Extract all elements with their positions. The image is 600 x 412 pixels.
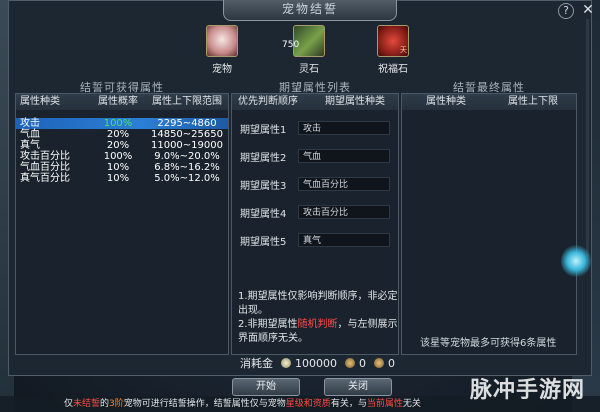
header-attr-range: 属性上下限范围 bbox=[152, 96, 222, 107]
cost-amount-2: 0 bbox=[359, 356, 366, 370]
cell-range: 6.8%~16.2% bbox=[154, 162, 220, 173]
cell-range: 5.0%~12.0% bbox=[154, 173, 220, 184]
pet-icon bbox=[206, 25, 238, 57]
hint-text: 的 bbox=[100, 399, 110, 409]
hint-text: 无关 bbox=[402, 399, 421, 409]
header-final-range: 属性上下限 bbox=[508, 96, 558, 107]
expected-label: 期望属性5 bbox=[240, 236, 287, 248]
window-title: 宠物结誓 bbox=[281, 2, 338, 16]
cell-type: 攻击 bbox=[20, 118, 40, 129]
expected-row-3: 期望属性3 气血百分比 bbox=[240, 176, 390, 192]
note-2-text: 2.非期望属性 bbox=[238, 319, 298, 330]
header-final-type: 属性种类 bbox=[426, 96, 466, 107]
left-panel-header: 属性种类 属性概率 属性上下限范围 bbox=[16, 94, 228, 110]
cell-range: 9.0%~20.0% bbox=[154, 151, 220, 162]
silver-coin-icon bbox=[281, 358, 291, 368]
right-panel-header: 属性种类 属性上下限 bbox=[402, 94, 576, 110]
cell-prob: 10% bbox=[106, 162, 130, 173]
close-button[interactable]: 关闭 bbox=[324, 378, 392, 396]
bless-stone-tag: 天 bbox=[400, 46, 407, 54]
copper-coin-icon bbox=[374, 358, 384, 368]
cost-label: 消耗金 bbox=[240, 357, 273, 370]
bless-stone-icon: 天 bbox=[377, 25, 409, 57]
note-2-highlight: 随机判断 bbox=[297, 319, 338, 330]
expected-value-field[interactable]: 气血百分比 bbox=[298, 177, 390, 191]
hint-highlight: 未结誓 bbox=[73, 399, 101, 409]
spirit-stone-icon: 750 bbox=[282, 25, 325, 57]
expected-value-field[interactable]: 攻击百分比 bbox=[298, 205, 390, 219]
hint-highlight: 星级和资质 bbox=[285, 399, 331, 409]
mid-expected-panel: 优先判断顺序 期望属性种类 期望属性1 攻击 期望属性2 气血 期望属性3 气血… bbox=[231, 93, 399, 355]
spirit-stone-slot[interactable]: 750 灵石 bbox=[282, 25, 326, 75]
table-row[interactable]: 真气 20% 11000~19000 bbox=[16, 140, 228, 151]
spirit-stone-label: 灵石 bbox=[299, 64, 319, 75]
hint-text: 仅 bbox=[64, 399, 74, 409]
table-row[interactable]: 真气百分比 10% 5.0%~12.0% bbox=[16, 173, 228, 184]
cost-bar: 消耗金 100000 0 0 bbox=[240, 355, 395, 371]
cell-type: 攻击百分比 bbox=[20, 151, 70, 162]
cell-type: 真气 bbox=[20, 140, 40, 151]
cell-prob: 20% bbox=[106, 129, 130, 140]
cell-type: 气血百分比 bbox=[20, 162, 70, 173]
note-2: 2.非期望属性随机判断，与左侧展示界面顺序无关。 bbox=[238, 318, 398, 346]
header-expected-type: 期望属性种类 bbox=[325, 96, 385, 107]
bless-stone-label: 祝福石 bbox=[378, 64, 408, 75]
help-button[interactable]: ? bbox=[558, 3, 574, 19]
expected-label: 期望属性3 bbox=[240, 180, 287, 192]
left-attribute-panel: 属性种类 属性概率 属性上下限范围 攻击 100% 2295~4860 气血 2… bbox=[15, 93, 229, 355]
table-row[interactable]: 攻击 100% 2295~4860 bbox=[16, 118, 228, 129]
expected-value-field[interactable]: 气血 bbox=[298, 149, 390, 163]
expected-label: 期望属性1 bbox=[240, 124, 287, 136]
max-attributes-note: 该星等宠物最多可获得6条属性 bbox=[420, 338, 557, 349]
expected-label: 期望属性4 bbox=[240, 208, 287, 220]
right-final-panel: 属性种类 属性上下限 该星等宠物最多可获得6条属性 bbox=[401, 93, 577, 355]
table-row[interactable]: 攻击百分比 100% 9.0%~20.0% bbox=[16, 151, 228, 162]
cell-type: 真气百分比 bbox=[20, 173, 70, 184]
cost-amount-3: 0 bbox=[388, 356, 395, 370]
cell-range: 2295~4860 bbox=[157, 118, 217, 129]
window-title-plate: 宠物结誓 bbox=[223, 0, 397, 21]
expected-value-field[interactable]: 真气 bbox=[298, 233, 390, 247]
cost-amount-1: 100000 bbox=[295, 356, 337, 370]
spirit-stone-count: 750 bbox=[282, 40, 300, 50]
expected-value-field[interactable]: 攻击 bbox=[298, 121, 390, 135]
portal-glow-icon bbox=[561, 244, 591, 278]
expected-label: 期望属性2 bbox=[240, 152, 287, 164]
cell-range: 11000~19000 bbox=[150, 140, 223, 151]
expected-row-1: 期望属性1 攻击 bbox=[240, 120, 390, 136]
expected-row-4: 期望属性4 攻击百分比 bbox=[240, 204, 390, 220]
expected-row-5: 期望属性5 真气 bbox=[240, 232, 390, 248]
header-attr-prob: 属性概率 bbox=[98, 96, 138, 107]
cell-prob: 10% bbox=[106, 173, 130, 184]
pet-bond-window: 宠物结誓 ? ✕ 宠物 750 灵石 天 祝福石 结誓可获得属性 期望属性列表 … bbox=[8, 0, 594, 376]
hint-highlight: 当前属性 bbox=[366, 399, 403, 409]
watermark: 脉冲手游网 bbox=[470, 378, 586, 403]
table-row[interactable]: 气血百分比 10% 6.8%~16.2% bbox=[16, 162, 228, 173]
pet-slot[interactable]: 宠物 bbox=[205, 25, 239, 75]
window-scrollbar[interactable] bbox=[586, 19, 589, 257]
header-priority: 优先判断顺序 bbox=[238, 96, 298, 107]
close-icon[interactable]: ✕ bbox=[579, 1, 597, 19]
cell-range: 14850~25650 bbox=[150, 129, 223, 140]
expected-row-2: 期望属性2 气血 bbox=[240, 148, 390, 164]
start-button[interactable]: 开始 bbox=[232, 378, 300, 396]
cell-prob: 20% bbox=[106, 140, 130, 151]
pet-slot-label: 宠物 bbox=[212, 64, 232, 75]
cell-type: 气血 bbox=[20, 129, 40, 140]
header-attr-type: 属性种类 bbox=[20, 96, 60, 107]
bless-stone-slot[interactable]: 天 祝福石 bbox=[376, 25, 410, 75]
hint-text: 宠物可进行结誓操作，结誓属性仅与宠物 bbox=[123, 399, 286, 409]
note-1: 1.期望属性仅影响判断顺序，非必定出现。 bbox=[238, 291, 398, 316]
hint-text: 有关，与 bbox=[330, 399, 367, 409]
table-row[interactable]: 气血 20% 14850~25650 bbox=[16, 129, 228, 140]
hint-highlight: 3阶 bbox=[109, 399, 124, 409]
cell-prob: 100% bbox=[103, 151, 133, 162]
gold-coin-icon bbox=[345, 358, 355, 368]
cell-prob: 100% bbox=[103, 118, 133, 129]
mid-panel-header: 优先判断顺序 期望属性种类 bbox=[232, 94, 398, 110]
